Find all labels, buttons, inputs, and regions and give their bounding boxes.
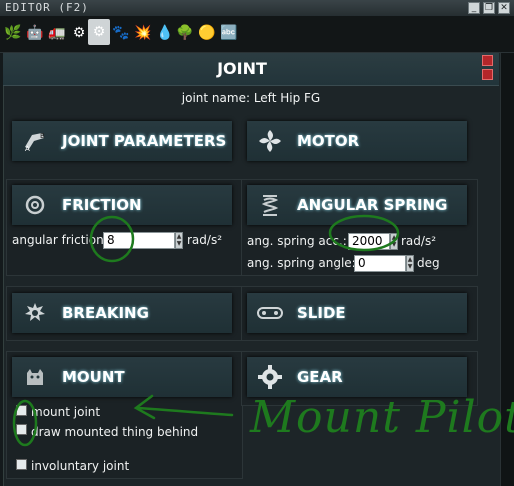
- spring-icon: [255, 190, 285, 220]
- tool-text-icon[interactable]: 🔤: [220, 22, 238, 44]
- tool-gear-icon[interactable]: ⚙: [70, 22, 88, 44]
- spring-angle-input[interactable]: 0: [354, 255, 406, 272]
- motor-label: MOTOR: [297, 132, 360, 150]
- breaking-label: BREAKING: [62, 304, 149, 322]
- editor-toolbar: 🌿 🤖 🚛 ⚙ ⚙ 🐾 💥 💧 🌳 🟡 🔤: [0, 16, 514, 53]
- involuntary-joint-checkbox[interactable]: [16, 459, 27, 470]
- angular-spring-label: ANGULAR SPRING: [297, 196, 448, 214]
- tool-sun-icon[interactable]: 🟡: [198, 22, 216, 44]
- svg-text:B: B: [40, 132, 45, 140]
- mount-label: MOUNT: [62, 368, 125, 386]
- spring-accel-stepper[interactable]: ▲ ▼: [390, 233, 398, 250]
- angular-friction-stepper[interactable]: ▲ ▼: [175, 232, 183, 249]
- mount-icon: [20, 362, 50, 392]
- window-title: EDITOR (F2): [5, 1, 89, 14]
- restore-button[interactable]: ❐: [483, 2, 495, 14]
- scrollbar[interactable]: [500, 53, 514, 486]
- gear-icon: [255, 362, 285, 392]
- involuntary-joint-label: involuntary joint: [31, 459, 130, 473]
- spring-accel-label: ang. spring acc.:: [247, 234, 347, 248]
- tool-creature-icon[interactable]: 🐾: [112, 22, 130, 44]
- tool-robot-icon[interactable]: 🤖: [26, 22, 44, 44]
- joint-parameters-icon: BA: [20, 126, 50, 156]
- angular-friction-unit: rad/s²: [187, 233, 223, 247]
- mount-joint-label: mount joint: [31, 405, 101, 419]
- spring-angle-unit: deg: [417, 256, 440, 270]
- tool-vehicle-icon[interactable]: 🚛: [48, 22, 66, 44]
- window-titlebar[interactable]: EDITOR (F2) _ ❐ ✕: [0, 0, 514, 17]
- motor-icon: [255, 126, 285, 156]
- panel-header: JOINT: [3, 53, 499, 86]
- svg-text:A: A: [25, 145, 30, 153]
- tool-water-icon[interactable]: 💧: [156, 22, 174, 44]
- tool-plant-icon[interactable]: 🌿: [4, 22, 22, 44]
- motor-button[interactable]: MOTOR: [247, 121, 467, 161]
- mount-joint-checkbox[interactable]: [16, 405, 27, 416]
- slide-button[interactable]: SLIDE: [247, 293, 467, 333]
- spring-accel-unit: rad/s²: [401, 234, 437, 248]
- joint-name-label: joint name: Left Hip FG: [181, 91, 321, 105]
- panel-title: JOINT: [217, 59, 267, 78]
- friction-button[interactable]: FRICTION: [12, 185, 232, 225]
- tool-explosion-icon[interactable]: 💥: [134, 22, 152, 44]
- minimize-button[interactable]: _: [468, 2, 480, 14]
- spring-angle-stepper[interactable]: ▲ ▼: [406, 255, 414, 272]
- gear-label: GEAR: [297, 368, 343, 386]
- spring-angle-label: ang. spring angle:: [247, 256, 356, 270]
- close-button[interactable]: ✕: [498, 2, 510, 14]
- tool-tree-icon[interactable]: 🌳: [176, 22, 194, 44]
- mount-button[interactable]: MOUNT: [12, 357, 232, 397]
- breaking-button[interactable]: BREAKING: [12, 293, 232, 333]
- panel-close-button[interactable]: [482, 55, 493, 66]
- joint-parameters-button[interactable]: BA JOINT PARAMETERS: [12, 121, 232, 161]
- friction-icon: [20, 190, 50, 220]
- angular-friction-label: angular friction:: [12, 233, 108, 247]
- angular-spring-button[interactable]: ANGULAR SPRING: [247, 185, 467, 225]
- draw-behind-checkbox[interactable]: [16, 424, 27, 435]
- gear-button[interactable]: GEAR: [247, 357, 467, 397]
- joint-parameters-label: JOINT PARAMETERS: [62, 132, 227, 150]
- slide-icon: [255, 298, 285, 328]
- slide-label: SLIDE: [297, 304, 346, 322]
- angular-friction-input[interactable]: 8: [103, 232, 175, 249]
- panel-menu-button[interactable]: [482, 69, 493, 80]
- spring-accel-input[interactable]: 2000: [348, 233, 390, 250]
- friction-label: FRICTION: [62, 196, 142, 214]
- draw-behind-label: draw mounted thing behind: [31, 425, 199, 439]
- breaking-icon: [20, 298, 50, 328]
- tool-joint-icon[interactable]: ⚙: [88, 19, 110, 45]
